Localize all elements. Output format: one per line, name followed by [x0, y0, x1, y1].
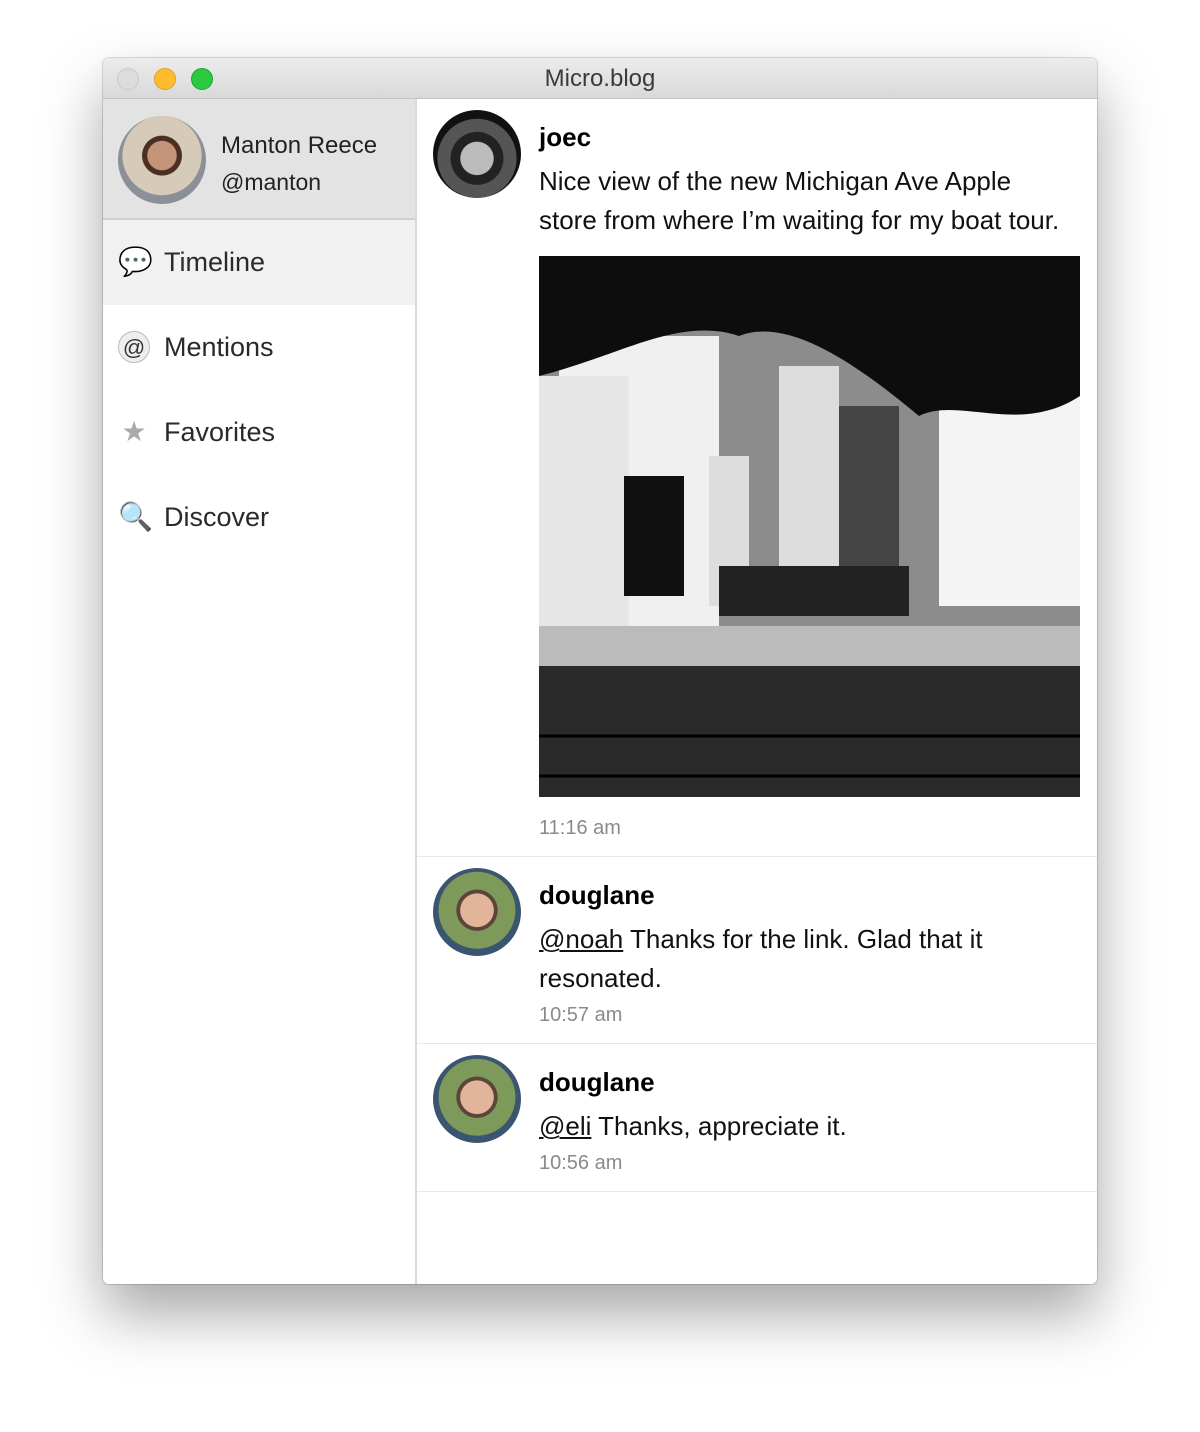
post-text: @eli Thanks, appreciate it. — [539, 1107, 1081, 1146]
post-time: 10:57 am — [539, 1004, 623, 1026]
speech-bubbles-icon: 💬 — [118, 246, 153, 277]
magnifier-icon: 🔍 — [118, 501, 153, 532]
window-title: Micro.blog — [544, 65, 656, 92]
post: joec Nice view of the new Michigan Ave A… — [417, 99, 1097, 857]
sidebar-item-label: Discover — [164, 502, 270, 532]
close-button[interactable] — [117, 68, 139, 90]
mention-link[interactable]: @eli — [539, 1111, 591, 1141]
timeline[interactable]: joec Nice view of the new Michigan Ave A… — [417, 99, 1097, 1284]
profile-name: Manton Reece — [221, 132, 378, 159]
profile-avatar — [118, 116, 206, 204]
sidebar-item-discover[interactable]: 🔍 Discover — [103, 475, 415, 560]
mention-link[interactable]: @noah — [539, 924, 623, 954]
zoom-button[interactable] — [191, 68, 213, 90]
post-username[interactable]: joec — [539, 119, 1081, 155]
sidebar-item-favorites[interactable]: ★ Favorites — [103, 390, 415, 475]
star-icon: ★ — [121, 416, 147, 447]
post-photo[interactable] — [539, 256, 1080, 797]
sidebar-item-label: Timeline — [164, 247, 266, 277]
post-text: Nice view of the new Michigan Ave Apple … — [539, 166, 1060, 235]
profile-handle: @manton — [221, 169, 322, 195]
sidebar: Manton Reece @manton 💬 Timeline @ Mentio… — [103, 99, 417, 1284]
sidebar-item-label: Favorites — [164, 417, 276, 447]
post: douglane @noah Thanks for the link. Glad… — [417, 857, 1097, 1044]
post-time: 10:56 am — [539, 1152, 623, 1174]
post-text: @noah Thanks for the link. Glad that it … — [539, 920, 1081, 998]
sidebar-item-timeline[interactable]: 💬 Timeline — [103, 220, 415, 305]
title-bar: Micro.blog — [103, 58, 1097, 99]
sidebar-item-mentions[interactable]: @ Mentions — [103, 305, 415, 390]
post-username[interactable]: douglane — [539, 1064, 1081, 1100]
profile-header[interactable]: Manton Reece @manton — [103, 99, 415, 220]
user-avatar[interactable] — [433, 110, 521, 198]
sidebar-item-label: Mentions — [164, 332, 274, 362]
post-username[interactable]: douglane — [539, 877, 1081, 913]
photo-image — [539, 256, 1080, 797]
minimize-button[interactable] — [154, 68, 176, 90]
app-window: Micro.blog Manton Reece @manton 💬 Timeli… — [103, 58, 1097, 1284]
post-time: 11:16 am — [539, 817, 621, 839]
user-avatar[interactable] — [433, 1055, 521, 1143]
user-avatar[interactable] — [433, 868, 521, 956]
at-bubble-icon: @ — [118, 331, 150, 363]
post-text-body: Thanks, appreciate it. — [591, 1111, 847, 1141]
post: douglane @eli Thanks, appreciate it. 10:… — [417, 1044, 1097, 1192]
